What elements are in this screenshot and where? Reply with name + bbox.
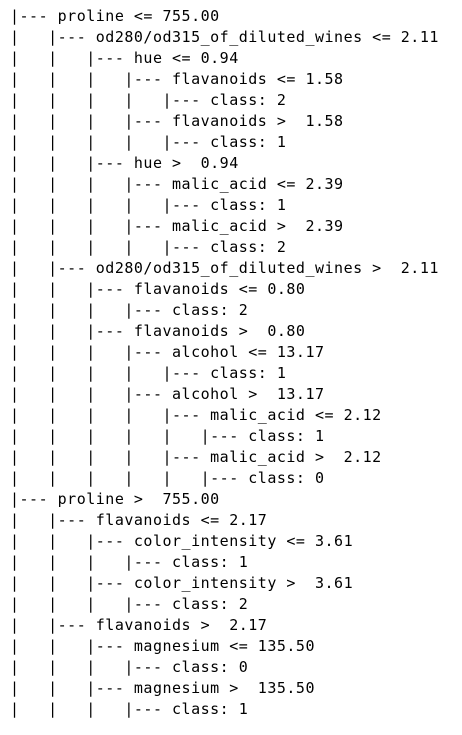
tree-line: | | | |--- class: 1	[10, 700, 249, 718]
tree-line: | | | | |--- malic_acid <= 2.12	[10, 406, 382, 424]
tree-line: | | | | |--- class: 1	[10, 133, 287, 151]
tree-line: | | | | |--- class: 2	[10, 91, 287, 109]
tree-line: | | |--- color_intensity > 3.61	[10, 574, 354, 592]
tree-line: | |--- od280/od315_of_diluted_wines > 2.…	[10, 259, 439, 277]
tree-line: | | | |--- class: 0	[10, 658, 249, 676]
tree-line: | |--- flavanoids <= 2.17	[10, 511, 268, 529]
tree-line: | | | |--- class: 2	[10, 595, 249, 613]
tree-line: | | | | |--- malic_acid > 2.12	[10, 448, 382, 466]
tree-line: | | | | |--- class: 2	[10, 238, 287, 256]
tree-line: | | | |--- class: 2	[10, 301, 249, 319]
tree-line: |--- proline <= 755.00	[10, 7, 220, 25]
tree-line: | |--- od280/od315_of_diluted_wines <= 2…	[10, 28, 439, 46]
tree-line: | | | | | |--- class: 1	[10, 427, 325, 445]
tree-line: | |--- flavanoids > 2.17	[10, 616, 268, 634]
tree-line: | | | |--- flavanoids > 1.58	[10, 112, 344, 130]
tree-line: | | |--- magnesium <= 135.50	[10, 637, 315, 655]
tree-line: | | | |--- class: 1	[10, 553, 249, 571]
tree-line: | | | | |--- class: 1	[10, 196, 287, 214]
tree-line: | | | |--- alcohol > 13.17	[10, 385, 325, 403]
tree-line: | | |--- hue <= 0.94	[10, 49, 239, 67]
tree-line: | | |--- magnesium > 135.50	[10, 679, 315, 697]
tree-line: | | | |--- alcohol <= 13.17	[10, 343, 325, 361]
tree-line: | | |--- color_intensity <= 3.61	[10, 532, 354, 550]
tree-line: | | |--- flavanoids <= 0.80	[10, 280, 306, 298]
tree-line: |--- proline > 755.00	[10, 490, 220, 508]
decision-tree-text: |--- proline <= 755.00 | |--- od280/od315…	[0, 0, 462, 735]
tree-line: | | |--- hue > 0.94	[10, 154, 239, 172]
tree-line: | | | | | |--- class: 0	[10, 469, 325, 487]
tree-line: | | | | |--- class: 1	[10, 364, 287, 382]
tree-line: | | | |--- malic_acid > 2.39	[10, 217, 344, 235]
tree-line: | | | |--- flavanoids <= 1.58	[10, 70, 344, 88]
tree-line: | | | |--- malic_acid <= 2.39	[10, 175, 344, 193]
tree-line: | | |--- flavanoids > 0.80	[10, 322, 306, 340]
